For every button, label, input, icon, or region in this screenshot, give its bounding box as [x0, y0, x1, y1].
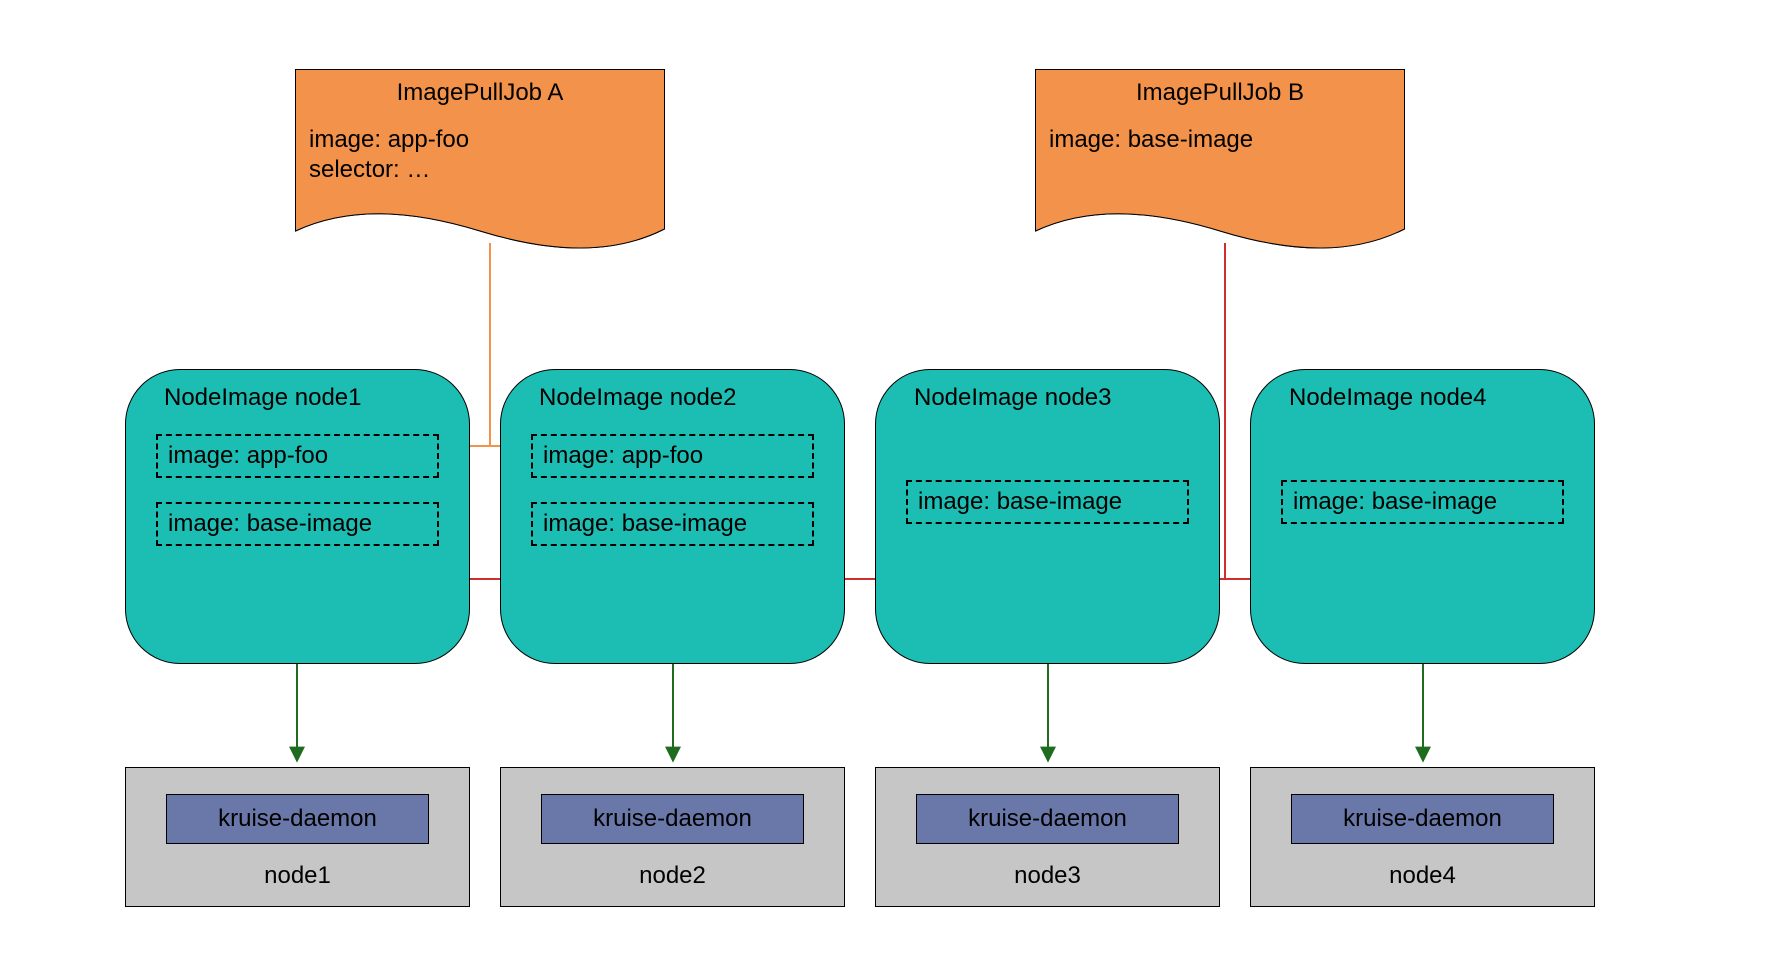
kruise-daemon-4: kruise-daemon [1291, 794, 1554, 844]
job-a-image: image: app-foo [309, 125, 651, 155]
nodeimage-1-appfoo: image: app-foo [156, 434, 439, 478]
node-label-2: node2 [501, 862, 844, 890]
nodeimage-2-baseimage: image: base-image [531, 502, 814, 546]
job-a-selector: selector: … [309, 155, 651, 185]
kruise-daemon-1: kruise-daemon [166, 794, 429, 844]
node-box-1: kruise-daemon node1 [125, 767, 470, 907]
node-box-2: kruise-daemon node2 [500, 767, 845, 907]
imagepulljob-b: ImagePullJob B image: base-image [1035, 69, 1405, 249]
job-b-image: image: base-image [1049, 125, 1391, 155]
nodeimage-4-title: NodeImage node4 [1289, 384, 1574, 412]
nodeimage-2-title: NodeImage node2 [539, 384, 824, 412]
nodeimage-3-title: NodeImage node3 [914, 384, 1199, 412]
nodeimage-node1: NodeImage node1 image: app-foo image: ba… [125, 369, 470, 664]
nodeimage-4-baseimage: image: base-image [1281, 480, 1564, 524]
nodeimage-node3: NodeImage node3 image: base-image [875, 369, 1220, 664]
nodeimage-3-baseimage: image: base-image [906, 480, 1189, 524]
node-box-4: kruise-daemon node4 [1250, 767, 1595, 907]
node-box-3: kruise-daemon node3 [875, 767, 1220, 907]
kruise-daemon-2: kruise-daemon [541, 794, 804, 844]
nodeimage-1-title: NodeImage node1 [164, 384, 449, 412]
node-label-1: node1 [126, 862, 469, 890]
kruise-daemon-3: kruise-daemon [916, 794, 1179, 844]
nodeimage-1-baseimage: image: base-image [156, 502, 439, 546]
job-a-title: ImagePullJob A [309, 79, 651, 107]
nodeimage-node2: NodeImage node2 image: app-foo image: ba… [500, 369, 845, 664]
diagram-canvas: ImagePullJob A image: app-foo selector: … [125, 69, 1655, 909]
nodeimage-node4: NodeImage node4 image: base-image [1250, 369, 1595, 664]
imagepulljob-a: ImagePullJob A image: app-foo selector: … [295, 69, 665, 249]
node-label-4: node4 [1251, 862, 1594, 890]
job-b-title: ImagePullJob B [1049, 79, 1391, 107]
nodeimage-2-appfoo: image: app-foo [531, 434, 814, 478]
node-label-3: node3 [876, 862, 1219, 890]
